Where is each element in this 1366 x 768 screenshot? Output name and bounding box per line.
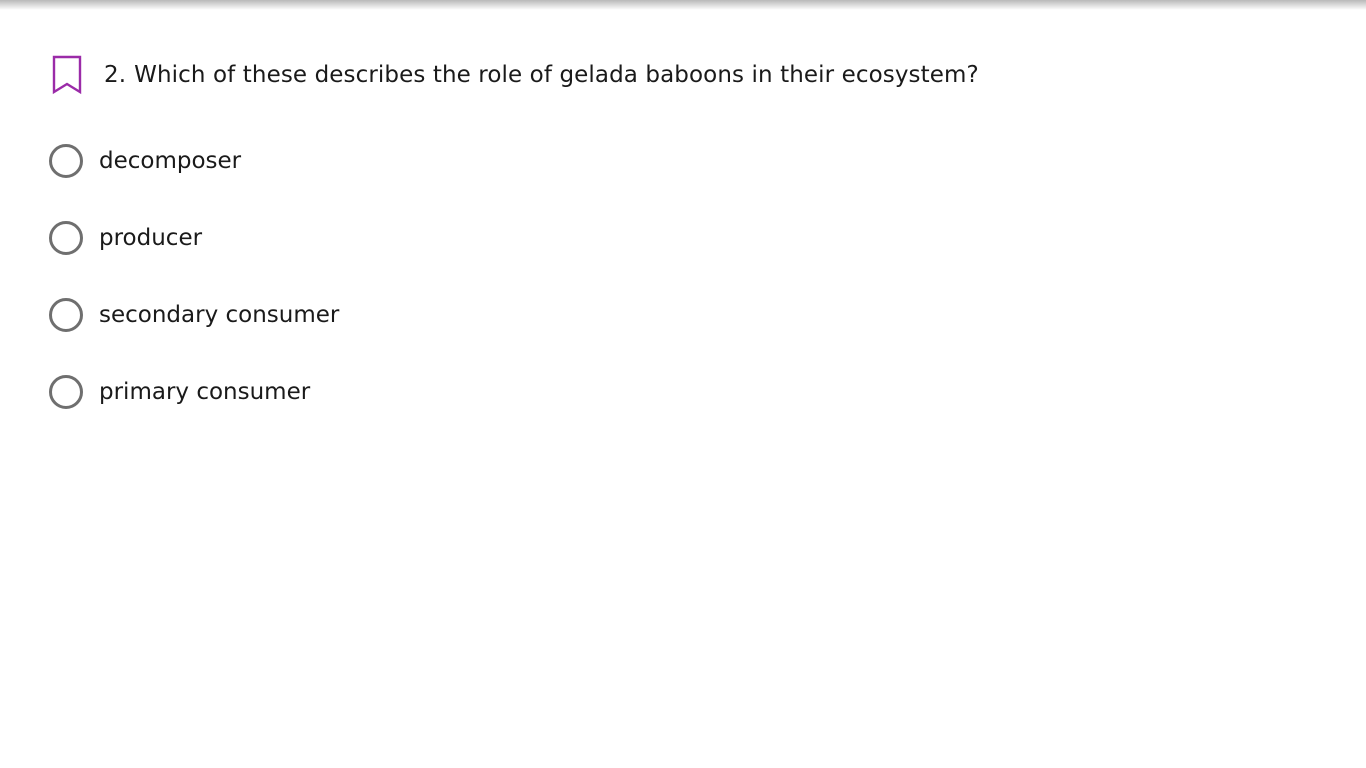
answer-option-producer[interactable]: producer — [47, 217, 339, 259]
question-header: 2. Which of these describes the role of g… — [50, 54, 979, 96]
answer-option-label: primary consumer — [99, 379, 311, 405]
radio-button[interactable] — [49, 144, 83, 178]
answer-option-label: secondary consumer — [99, 302, 340, 328]
answer-option-primary-consumer[interactable]: primary consumer — [47, 371, 339, 413]
answer-option-secondary-consumer[interactable]: secondary consumer — [47, 294, 339, 336]
answer-option-label: decomposer — [99, 148, 242, 174]
answer-options: decomposer producer secondary consumer p… — [47, 140, 339, 448]
question-prompt: Which of these describes the role of gel… — [134, 62, 979, 88]
answer-option-decomposer[interactable]: decomposer — [47, 140, 339, 182]
radio-button[interactable] — [49, 375, 83, 409]
top-bar-shadow — [0, 0, 1366, 10]
bookmark-icon[interactable] — [50, 54, 84, 96]
radio-button[interactable] — [49, 298, 83, 332]
question-text: 2. Which of these describes the role of g… — [104, 60, 979, 90]
answer-option-label: producer — [99, 225, 203, 251]
radio-button[interactable] — [49, 221, 83, 255]
question-number: 2. — [104, 62, 127, 88]
